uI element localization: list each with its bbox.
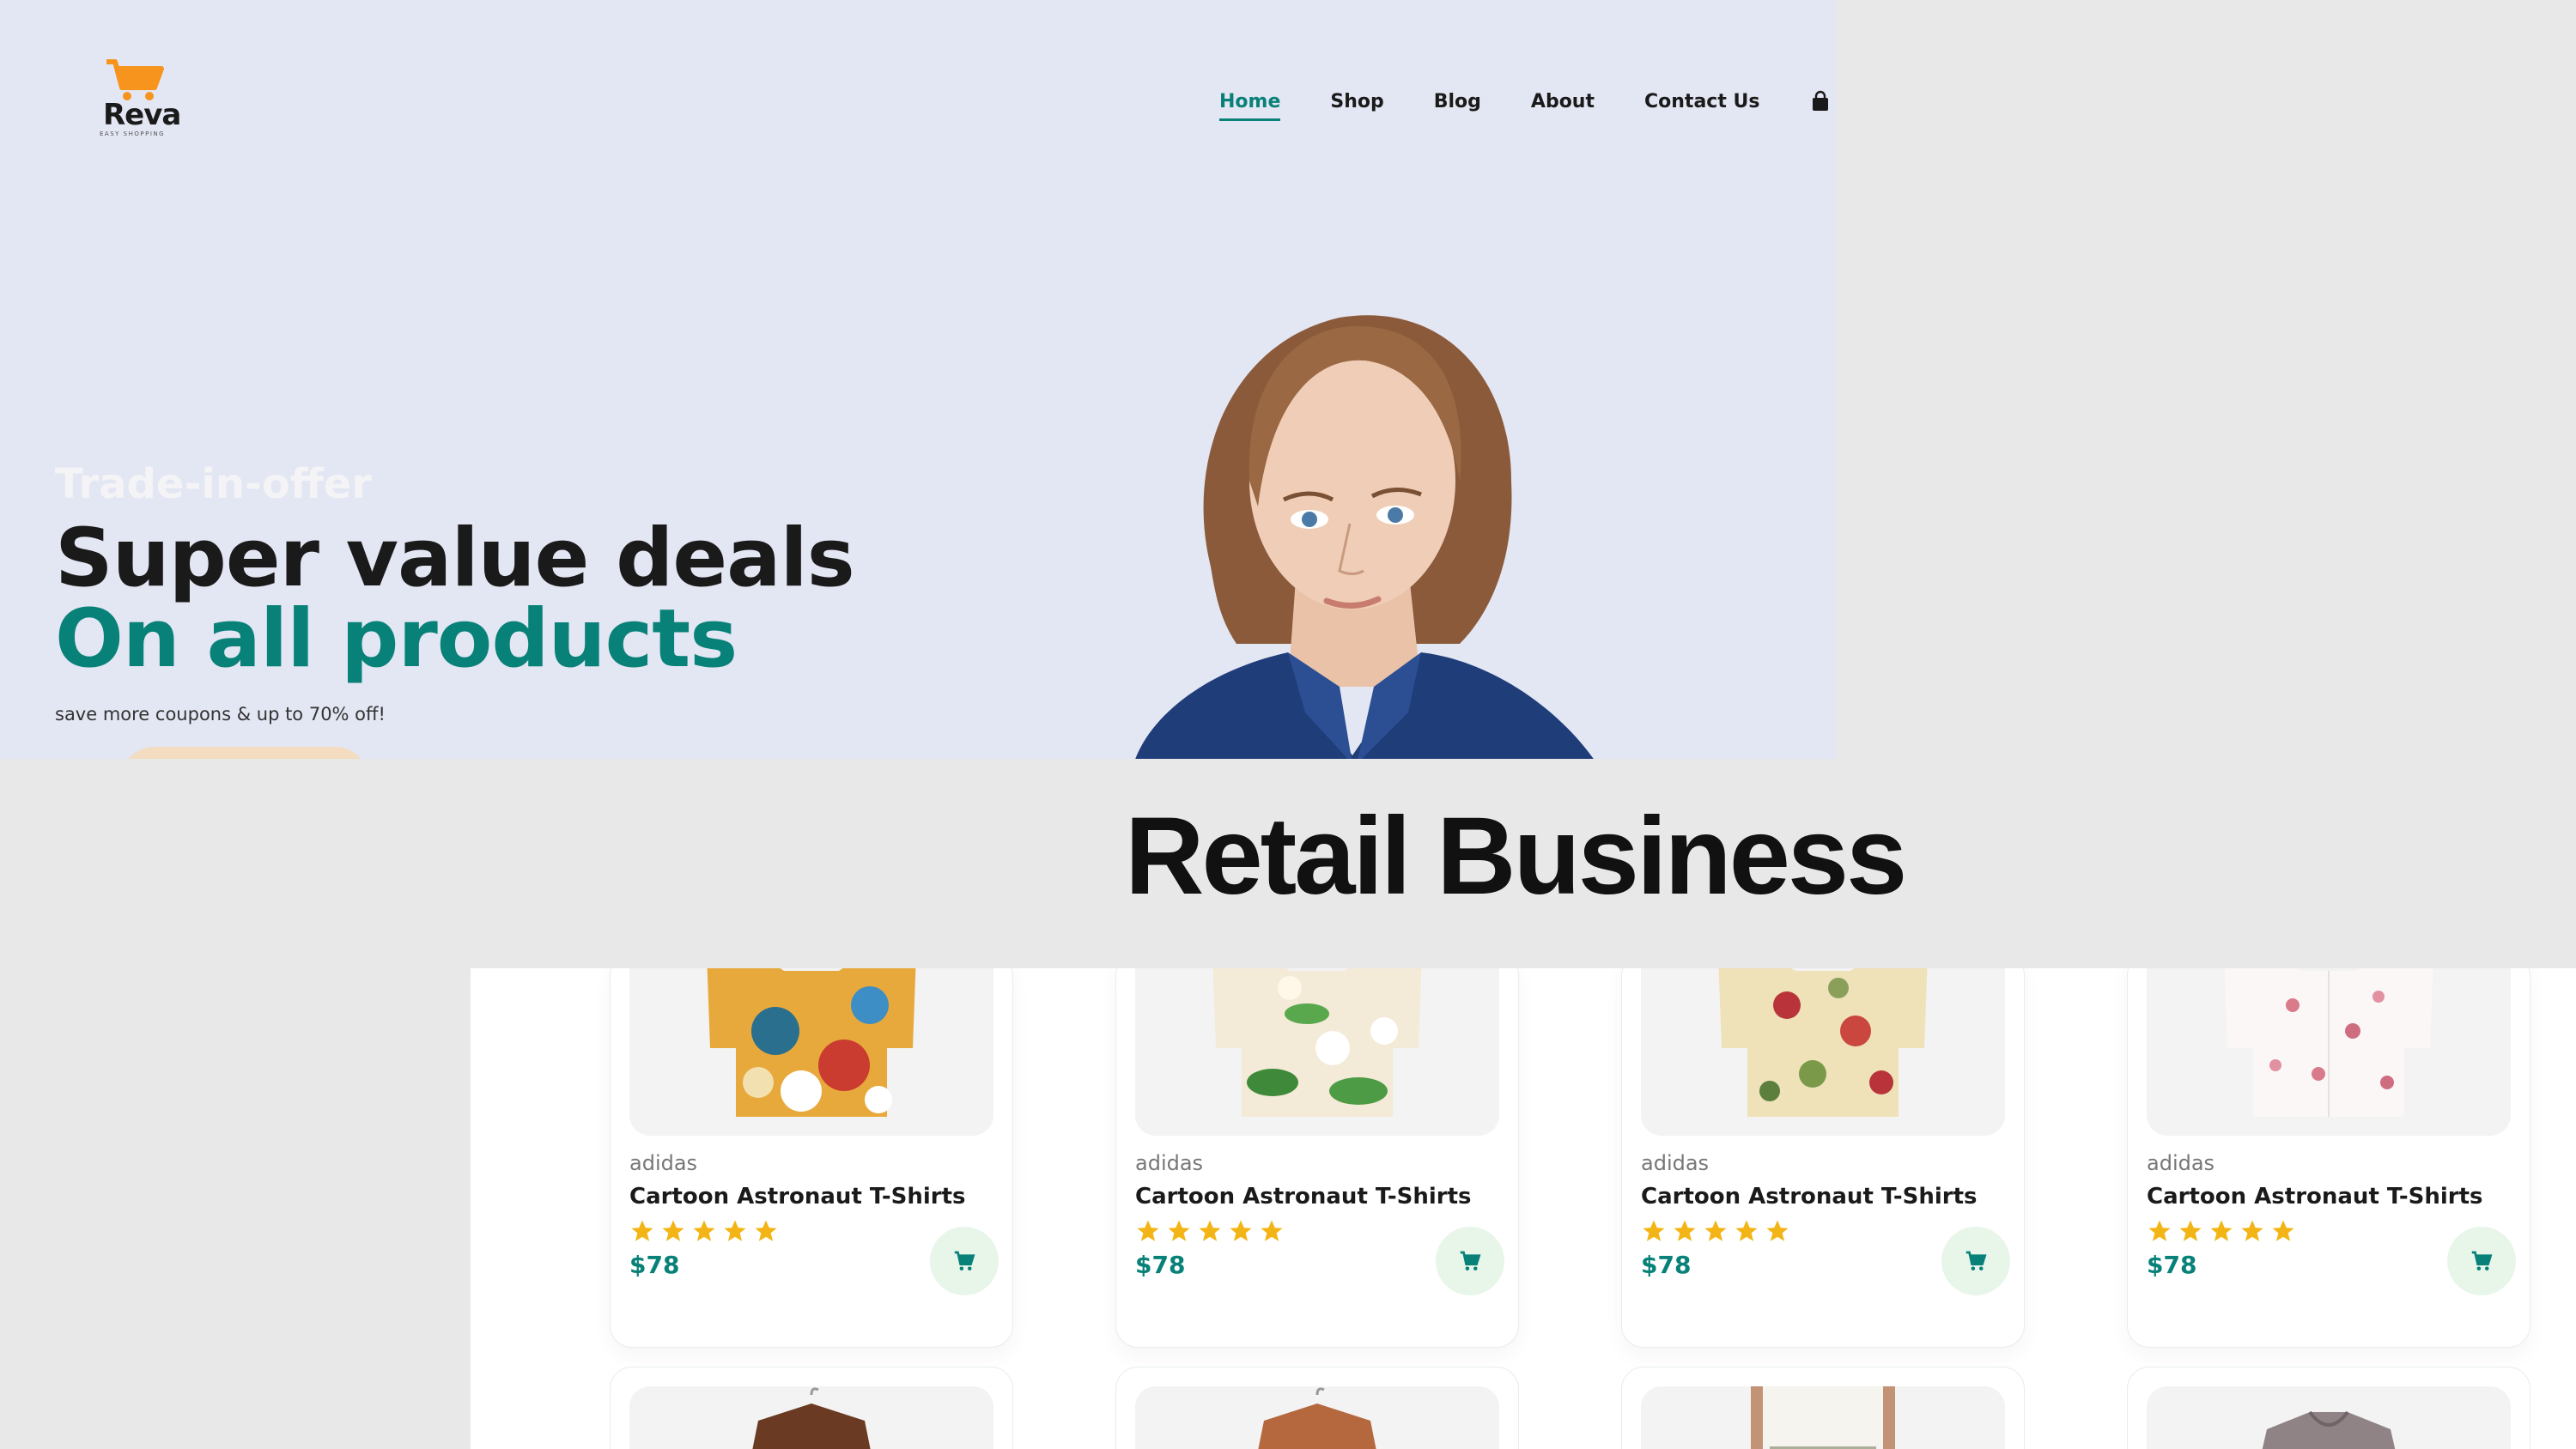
add-to-cart-button[interactable] [2447,1227,2516,1295]
product-image[interactable] [629,1386,993,1449]
shop-now-button[interactable] [120,747,369,759]
product-price: $78 [1641,1251,1692,1279]
product-card[interactable]: adidas Cartoon Astronaut T-Shirts $78 [2127,968,2530,1348]
product-price: $78 [1135,1251,1186,1279]
product-card[interactable] [1621,1367,2025,1449]
cart-icon [1460,1251,1481,1270]
brand-name: Reva [103,98,181,132]
star-icon [1674,1220,1696,1241]
add-to-cart-button[interactable] [1436,1227,1504,1295]
product-card[interactable]: adidas Cartoon Astronaut T-Shirts $78 [1115,968,1519,1348]
star-icon [2179,1220,2202,1241]
cart-logo-icon [106,59,164,100]
nav-home[interactable]: Home [1219,91,1281,121]
product-name[interactable]: Cartoon Astronaut T-Shirts [629,1184,966,1210]
star-icon [693,1220,715,1241]
hero-section: Reva EASY SHOPPING Home Shop Blog About … [0,0,1836,759]
star-icon [755,1220,777,1241]
star-icon [1168,1220,1190,1241]
star-icon [724,1220,746,1241]
product-name[interactable]: Cartoon Astronaut T-Shirts [1641,1184,1978,1210]
nav-blog[interactable]: Blog [1434,91,1481,112]
hero-text: Trade-in-offer Super value deals On all … [55,460,855,724]
star-icon [1230,1220,1252,1241]
nav-about[interactable]: About [1531,91,1595,112]
nav-contact[interactable]: Contact Us [1644,91,1759,112]
hero-eyebrow: Trade-in-offer [55,460,372,508]
product-image[interactable] [629,968,993,1136]
hero-model-image [1135,315,1594,759]
star-icon [1766,1220,1789,1241]
product-image[interactable] [1641,1386,2005,1449]
product-image[interactable] [1135,968,1499,1136]
product-card[interactable] [610,1367,1013,1449]
star-icon [2272,1220,2294,1241]
product-image[interactable] [2147,1386,2511,1449]
product-brand: adidas [629,1151,698,1175]
shopping-bag-icon[interactable] [1809,90,1832,112]
product-grid: adidas Cartoon Astronaut T-Shirts $78 ad… [471,968,2576,1449]
star-icon [1643,1220,1665,1241]
add-to-cart-button[interactable] [1941,1227,2010,1295]
star-icon [631,1220,653,1241]
cart-icon [2471,1251,2493,1270]
product-image[interactable] [1641,968,2005,1136]
product-image[interactable] [2147,968,2511,1136]
star-icon [1137,1220,1159,1241]
product-price: $78 [2147,1251,2197,1279]
title-band: Retail Business [0,759,2576,968]
star-icon [1704,1220,1727,1241]
add-to-cart-button[interactable] [930,1227,999,1295]
product-rating [1641,1218,1790,1244]
star-icon [1735,1220,1758,1241]
product-brand: adidas [2147,1151,2215,1175]
star-icon [1199,1220,1221,1241]
star-icon [2210,1220,2233,1241]
product-rating [629,1218,779,1244]
product-rating [2147,1218,2296,1244]
product-card[interactable]: adidas Cartoon Astronaut T-Shirts $78 [610,968,1013,1348]
product-brand: adidas [1135,1151,1204,1175]
hero-subtext: save more coupons & up to 70% off! [55,704,386,724]
product-card[interactable] [2127,1367,2530,1449]
product-rating [1135,1218,1285,1244]
brand-tagline: EASY SHOPPING [100,130,166,137]
nav-shop[interactable]: Shop [1330,91,1383,112]
product-card[interactable] [1115,1367,1519,1449]
cart-icon [954,1251,975,1270]
product-image[interactable] [1135,1386,1499,1449]
product-name[interactable]: Cartoon Astronaut T-Shirts [1135,1184,1472,1210]
star-icon [2148,1220,2171,1241]
hero-headline-1: Super value deals [55,512,855,605]
hero-headline-2: On all products [55,592,738,686]
main-nav: Home Shop Blog About Contact Us [1219,84,1832,121]
product-brand: adidas [1641,1151,1710,1175]
star-icon [662,1220,684,1241]
site-logo[interactable]: Reva EASY SHOPPING [94,53,189,148]
star-icon [1261,1220,1283,1241]
slide-title: Retail Business [1125,795,1907,918]
star-icon [2241,1220,2263,1241]
cart-icon [1965,1251,1987,1270]
product-card[interactable]: adidas Cartoon Astronaut T-Shirts $78 [1621,968,2025,1348]
product-price: $78 [629,1251,680,1279]
product-name[interactable]: Cartoon Astronaut T-Shirts [2147,1184,2483,1210]
